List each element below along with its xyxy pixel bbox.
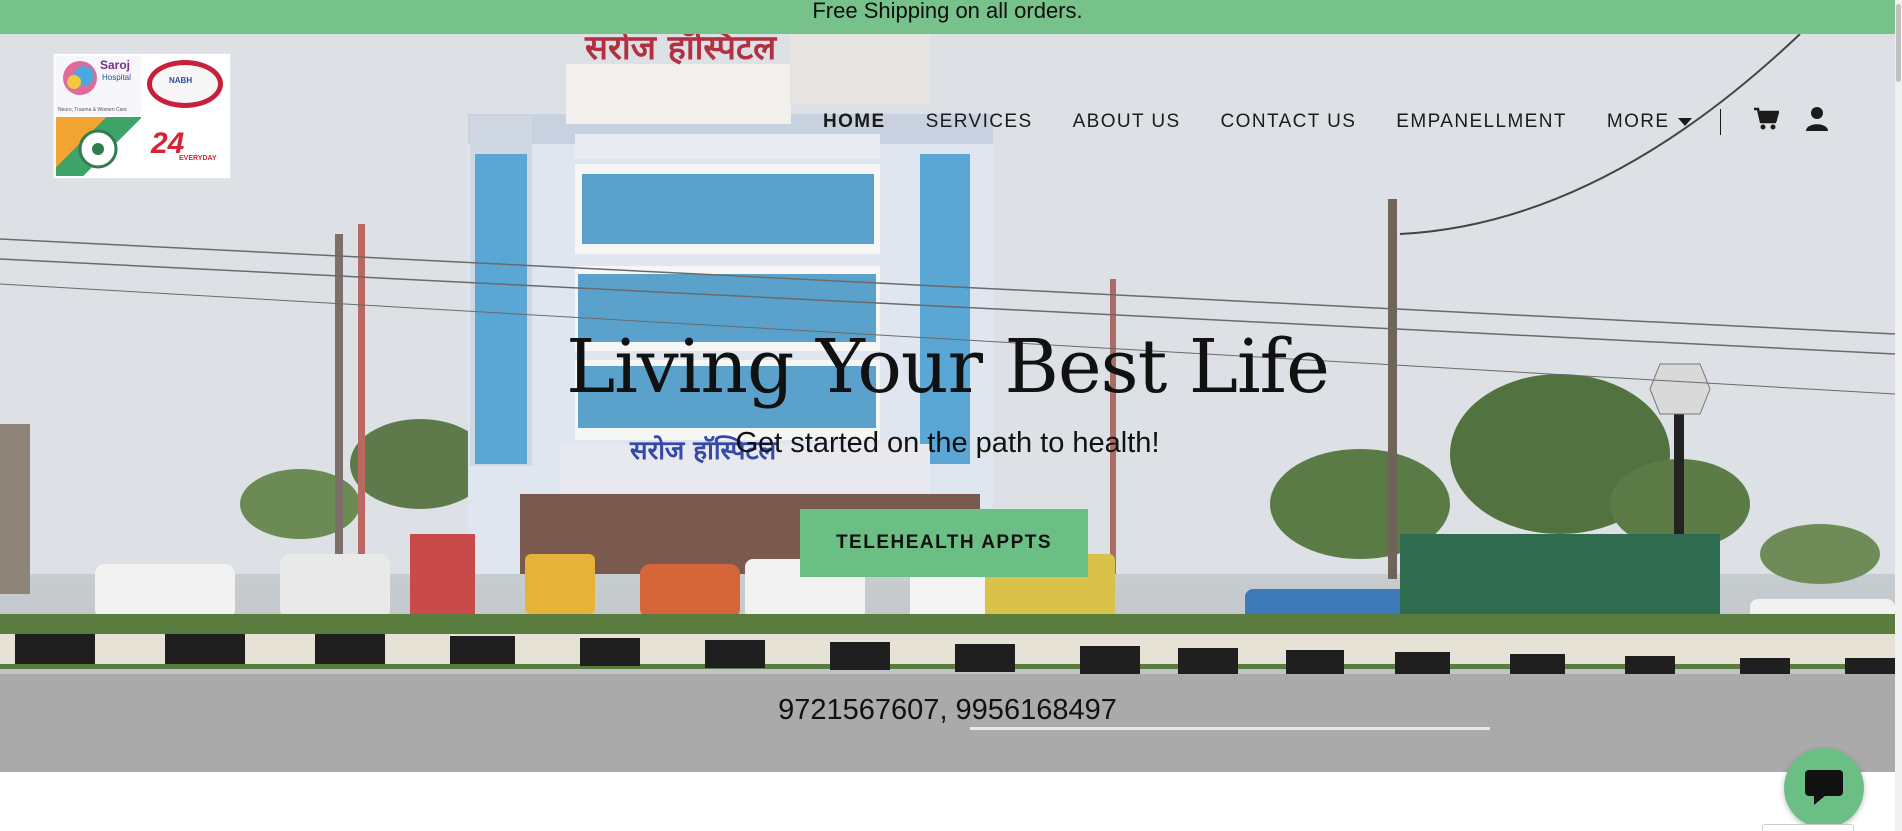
nav-more-label: MORE bbox=[1606, 110, 1670, 132]
badge-everyday-text: EVERYDAY bbox=[179, 155, 217, 162]
announcement-text: Free Shipping on all orders. bbox=[812, 0, 1083, 23]
nav-divider bbox=[1719, 108, 1721, 135]
nav-home[interactable]: HOME bbox=[823, 111, 886, 133]
nav-empanellment[interactable]: EMPANELLMENT bbox=[1396, 111, 1567, 133]
nav-about-us[interactable]: ABOUT US bbox=[1073, 111, 1181, 133]
site-logo[interactable]: Saroj Hospital Neuro, Trauma & Women Car… bbox=[53, 53, 231, 179]
logo-24-hours-badge: 24 EVERYDAY bbox=[143, 117, 228, 176]
logo-hospital-word: Hospital bbox=[102, 73, 131, 82]
emblem-icon bbox=[78, 129, 118, 169]
brain-icon bbox=[63, 61, 97, 95]
caret-down-icon bbox=[1677, 117, 1692, 126]
hero-subtitle: Get started on the path to health! bbox=[735, 427, 1160, 459]
nav-more-dropdown[interactable]: MORE bbox=[1607, 111, 1692, 133]
logo-ayushman-badge bbox=[56, 117, 141, 176]
logo-saroj-hospital: Saroj Hospital Neuro, Trauma & Women Car… bbox=[56, 56, 141, 115]
logo-tagline: Neuro, Trauma & Women Care bbox=[58, 107, 127, 113]
page: Free Shipping on all orders. सरोज हॉस्पि… bbox=[0, 0, 1902, 831]
corner-badge bbox=[1762, 824, 1854, 831]
nav-contact-us[interactable]: CONTACT US bbox=[1221, 111, 1357, 133]
logo-name: Saroj bbox=[100, 58, 131, 72]
page-scrollbar[interactable] bbox=[1895, 0, 1902, 831]
announcement-bar: Free Shipping on all orders. bbox=[0, 0, 1895, 34]
scrollbar-thumb[interactable] bbox=[1896, 4, 1901, 82]
hero-section: सरोज हॉस्पिटल सरोज हॉस्पिटल Living Your … bbox=[0, 34, 1895, 772]
hero-phone-numbers: 9721567607, 9956168497 bbox=[778, 694, 1117, 726]
telehealth-appointments-button[interactable]: TELEHEALTH APPTS bbox=[800, 509, 1088, 577]
hero-title: Living Your Best Life bbox=[566, 324, 1330, 410]
hospital-sign-top: सरोज हॉस्पिटल bbox=[584, 34, 778, 68]
road-curb bbox=[0, 634, 1895, 680]
cart-icon[interactable] bbox=[1753, 107, 1780, 136]
main-nav: HOME SERVICES ABOUT US CONTACT US EMPANE… bbox=[823, 106, 1855, 137]
logo-nabh-badge: NABH bbox=[143, 56, 228, 115]
chat-bubble-icon bbox=[1805, 770, 1843, 805]
nabh-text: NABH bbox=[169, 76, 193, 85]
user-icon[interactable] bbox=[1805, 106, 1829, 137]
nav-services[interactable]: SERVICES bbox=[926, 111, 1033, 133]
chat-button[interactable] bbox=[1784, 748, 1864, 828]
